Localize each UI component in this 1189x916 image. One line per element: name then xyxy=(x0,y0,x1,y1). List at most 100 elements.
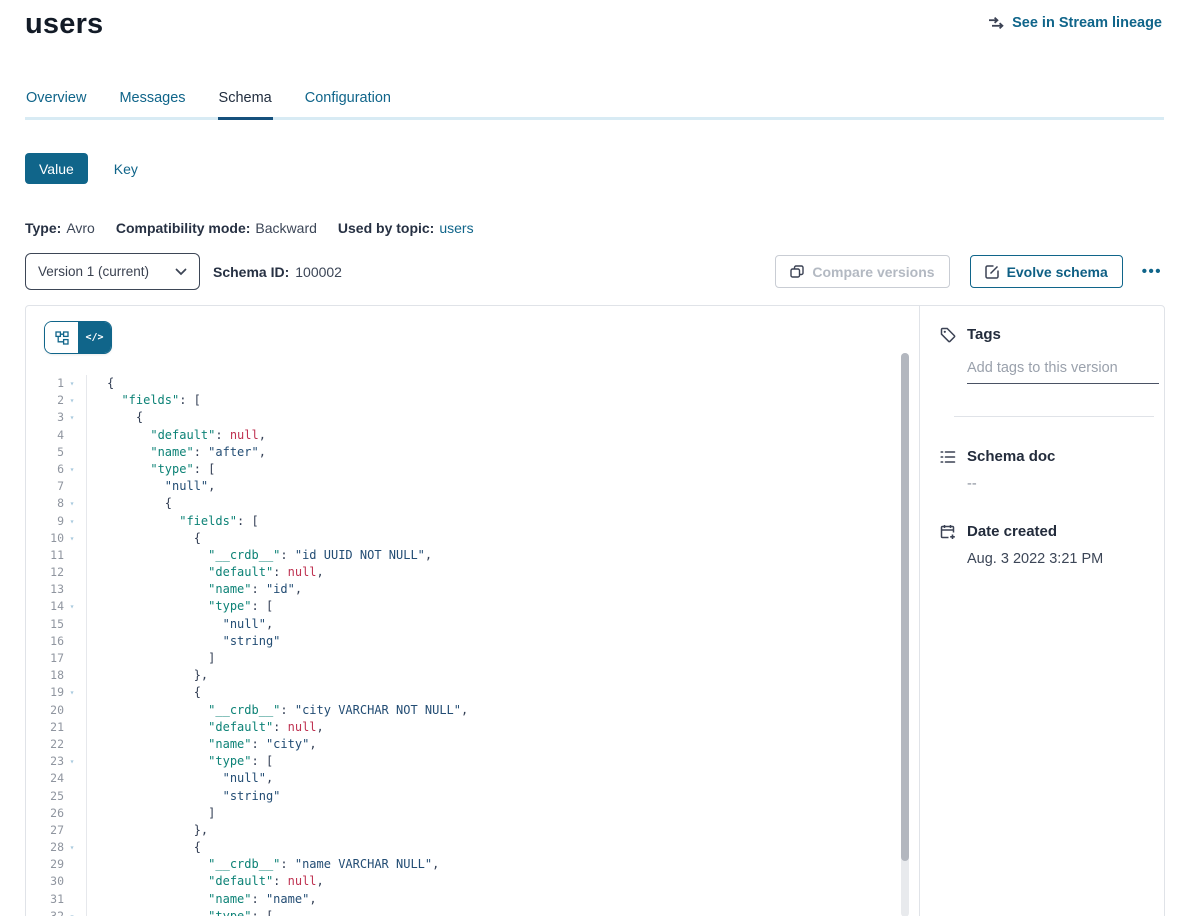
tab-configuration[interactable]: Configuration xyxy=(304,88,392,120)
version-toolbar: Version 1 (current) Schema ID: 100002 Co… xyxy=(25,253,1164,290)
fold-spacer xyxy=(64,564,80,581)
code-text: "default": null, xyxy=(86,427,873,444)
code-token: : xyxy=(280,548,294,562)
code-line: 2▾"fields": [ xyxy=(26,392,873,409)
code-token: "type" xyxy=(208,599,251,613)
code-line: 26] xyxy=(26,805,873,822)
code-line: 1▾ { xyxy=(26,375,873,392)
tags-heading: Tags xyxy=(967,326,1001,343)
code-token: "after" xyxy=(208,445,259,459)
code-line: 3▾{ xyxy=(26,409,873,426)
code-line: 7"null", xyxy=(26,478,873,495)
value-toggle-button[interactable]: Value xyxy=(25,153,88,184)
code-token: , xyxy=(259,428,266,442)
code-text: ] xyxy=(86,650,873,667)
tree-view-button[interactable] xyxy=(45,322,78,353)
code-line: 25"string" xyxy=(26,788,873,805)
code-token: { xyxy=(194,685,201,699)
code-token: "__crdb__" xyxy=(208,857,280,871)
fold-toggle-icon[interactable]: ▾ xyxy=(64,495,80,512)
line-number: 8 xyxy=(26,495,64,512)
code-token: : [ xyxy=(252,599,274,613)
see-in-stream-lineage-link[interactable]: See in Stream lineage xyxy=(988,15,1162,31)
code-token: ] xyxy=(208,806,215,820)
schema-id-value: 100002 xyxy=(295,264,342,280)
code-token: : xyxy=(194,445,208,459)
more-options-button[interactable]: ••• xyxy=(1140,259,1164,284)
key-toggle-button[interactable]: Key xyxy=(114,161,138,177)
line-number: 21 xyxy=(26,719,64,736)
code-token: "default" xyxy=(208,720,273,734)
code-line: 21"default": null, xyxy=(26,719,873,736)
calendar-add-icon xyxy=(940,524,956,540)
code-token: "city VARCHAR NOT NULL" xyxy=(295,703,461,717)
fold-toggle-icon[interactable]: ▾ xyxy=(64,908,80,916)
code-token: ] xyxy=(208,651,215,665)
compare-versions-icon xyxy=(790,265,804,278)
fold-toggle-icon[interactable]: ▾ xyxy=(64,375,80,392)
add-tags-input[interactable] xyxy=(967,356,1159,384)
type-value: Avro xyxy=(66,220,95,236)
line-number: 29 xyxy=(26,856,64,873)
code-token: "fields" xyxy=(121,393,179,407)
code-text: "__crdb__": "name VARCHAR NULL", xyxy=(86,856,873,873)
code-token: "__crdb__" xyxy=(208,703,280,717)
code-text: "name": "id", xyxy=(86,581,873,598)
code-text: { xyxy=(86,530,873,547)
topic-label: Used by topic: xyxy=(338,220,434,236)
code-token: "name VARCHAR NULL" xyxy=(295,857,432,871)
code-text: { xyxy=(86,375,873,392)
line-number: 7 xyxy=(26,478,64,495)
code-token: , xyxy=(266,617,273,631)
fold-toggle-icon[interactable]: ▾ xyxy=(64,409,80,426)
fold-spacer xyxy=(64,856,80,873)
schema-id-label: Schema ID: xyxy=(213,264,289,280)
line-number: 1 xyxy=(26,375,64,392)
tab-schema[interactable]: Schema xyxy=(218,88,273,120)
fold-spacer xyxy=(64,650,80,667)
code-line: 20"__crdb__": "city VARCHAR NOT NULL", xyxy=(26,702,873,719)
evolve-schema-button[interactable]: Evolve schema xyxy=(970,255,1123,288)
fold-toggle-icon[interactable]: ▾ xyxy=(64,461,80,478)
topic-link[interactable]: users xyxy=(439,220,473,236)
code-text: "default": null, xyxy=(86,873,873,890)
fold-toggle-icon[interactable]: ▾ xyxy=(64,598,80,615)
code-token: { xyxy=(107,376,114,390)
code-text: { xyxy=(86,684,873,701)
schema-code-editor[interactable]: </> 1▾{2▾"fields": [3▾{4"default": null,… xyxy=(26,306,919,916)
line-number: 5 xyxy=(26,444,64,461)
fold-toggle-icon[interactable]: ▾ xyxy=(64,839,80,856)
fold-toggle-icon[interactable]: ▾ xyxy=(64,684,80,701)
fold-toggle-icon[interactable]: ▾ xyxy=(64,530,80,547)
code-token: "name" xyxy=(150,445,193,459)
editor-scrollbar[interactable] xyxy=(901,353,909,916)
line-number: 23 xyxy=(26,753,64,770)
fold-toggle-icon[interactable]: ▾ xyxy=(64,392,80,409)
scrollbar-thumb[interactable] xyxy=(901,353,909,861)
schema-sidebar: Tags Schema doc -- xyxy=(919,306,1164,916)
tab-overview[interactable]: Overview xyxy=(25,88,87,120)
code-token: , xyxy=(309,737,316,751)
code-token: "default" xyxy=(208,874,273,888)
code-line: 5"name": "after", xyxy=(26,444,873,461)
code-line: 16"string" xyxy=(26,633,873,650)
version-select[interactable]: Version 1 (current) xyxy=(25,253,200,290)
code-view-button[interactable]: </> xyxy=(78,322,111,353)
tags-section-header: Tags xyxy=(940,326,1146,343)
line-number: 18 xyxy=(26,667,64,684)
code-token: , xyxy=(309,892,316,906)
line-number: 10 xyxy=(26,530,64,547)
code-token: "type" xyxy=(150,462,193,476)
tab-messages[interactable]: Messages xyxy=(118,88,186,120)
compare-versions-button[interactable]: Compare versions xyxy=(775,255,949,288)
fold-spacer xyxy=(64,427,80,444)
fold-toggle-icon[interactable]: ▾ xyxy=(64,513,80,530)
code-token: , xyxy=(266,771,273,785)
code-token: : [ xyxy=(194,462,216,476)
code-token: : [ xyxy=(179,393,201,407)
code-text: "null", xyxy=(86,770,873,787)
code-text: { xyxy=(86,839,873,856)
line-number: 14 xyxy=(26,598,64,615)
code-token: }, xyxy=(194,668,208,682)
fold-toggle-icon[interactable]: ▾ xyxy=(64,753,80,770)
